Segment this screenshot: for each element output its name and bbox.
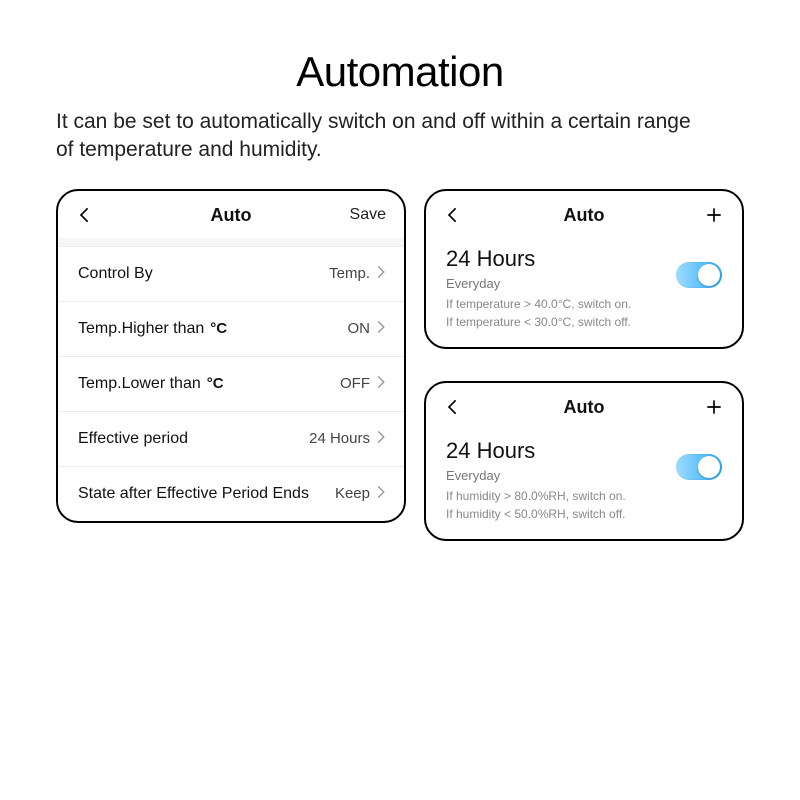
rule-condition-off: If temperature < 30.0°C, switch off. xyxy=(446,313,631,331)
back-icon[interactable] xyxy=(76,205,120,225)
rule-title: 24 Hours xyxy=(446,246,631,272)
chevron-right-icon xyxy=(376,320,386,338)
row-temp-higher[interactable]: Temp.Higher than °C ON xyxy=(58,301,404,356)
back-icon[interactable] xyxy=(444,205,488,225)
rule-condition-off: If humidity < 50.0%RH, switch off. xyxy=(446,505,626,523)
rule-header-title: Auto xyxy=(564,205,605,226)
unit-celsius: °C xyxy=(210,320,227,337)
rule-toggle[interactable] xyxy=(676,454,722,480)
row-label: State after Effective Period Ends xyxy=(78,485,309,503)
settings-card: Auto Save Control By Temp. Temp.Higher t… xyxy=(56,189,406,523)
rule-summary[interactable]: 24 Hours Everyday If temperature > 40.0°… xyxy=(446,246,631,331)
rule-summary[interactable]: 24 Hours Everyday If humidity > 80.0%RH,… xyxy=(446,438,626,523)
row-value: Temp. xyxy=(329,265,386,283)
rule-header: Auto xyxy=(426,191,742,238)
row-value: 24 Hours xyxy=(309,430,386,448)
row-label: Temp.Higher than °C xyxy=(78,320,227,338)
row-label: Control By xyxy=(78,265,153,283)
rule-subtitle: Everyday xyxy=(446,276,631,291)
row-value: ON xyxy=(348,320,387,338)
settings-header: Auto Save xyxy=(58,191,404,238)
row-label: Effective period xyxy=(78,430,188,448)
rule-title: 24 Hours xyxy=(446,438,626,464)
rule-toggle[interactable] xyxy=(676,262,722,288)
rule-card-temperature: Auto 24 Hours Everyday If temperature > … xyxy=(424,189,744,349)
row-state-after[interactable]: State after Effective Period Ends Keep xyxy=(58,466,404,521)
save-button[interactable]: Save xyxy=(342,206,386,224)
row-label: Temp.Lower than °C xyxy=(78,375,224,393)
unit-celsius: °C xyxy=(207,375,224,392)
chevron-right-icon xyxy=(376,265,386,283)
row-effective-period[interactable]: Effective period 24 Hours xyxy=(58,411,404,466)
rule-subtitle: Everyday xyxy=(446,468,626,483)
row-value: Keep xyxy=(335,485,386,503)
row-value: OFF xyxy=(340,375,386,393)
add-button[interactable] xyxy=(680,205,724,225)
chevron-right-icon xyxy=(376,485,386,503)
chevron-right-icon xyxy=(376,375,386,393)
rule-header-title: Auto xyxy=(564,397,605,418)
back-icon[interactable] xyxy=(444,397,488,417)
toggle-knob xyxy=(698,456,720,478)
page-title: Automation xyxy=(56,48,744,96)
rule-condition-on: If humidity > 80.0%RH, switch on. xyxy=(446,487,626,505)
rule-header: Auto xyxy=(426,383,742,430)
row-control-by[interactable]: Control By Temp. xyxy=(58,246,404,301)
rule-condition-on: If temperature > 40.0°C, switch on. xyxy=(446,295,631,313)
chevron-right-icon xyxy=(376,430,386,448)
toggle-knob xyxy=(698,264,720,286)
add-button[interactable] xyxy=(680,397,724,417)
divider xyxy=(58,238,404,246)
row-temp-lower[interactable]: Temp.Lower than °C OFF xyxy=(58,356,404,411)
settings-title: Auto xyxy=(211,205,252,226)
page-subtitle: It can be set to automatically switch on… xyxy=(56,108,696,165)
rule-card-humidity: Auto 24 Hours Everyday If humidity > 80.… xyxy=(424,381,744,541)
